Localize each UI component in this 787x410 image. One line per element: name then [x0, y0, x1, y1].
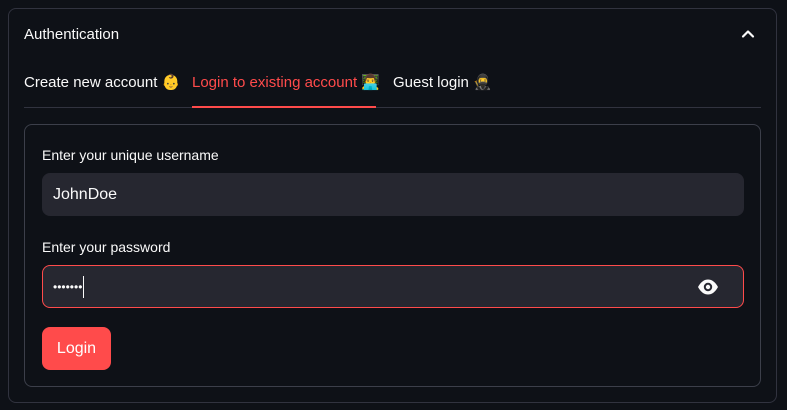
- authentication-expander: Authentication Create new account 👶 Logi…: [8, 8, 777, 403]
- expander-title: Authentication: [24, 26, 120, 43]
- username-label: Enter your unique username: [42, 147, 219, 163]
- chevron-up-icon[interactable]: [740, 26, 756, 42]
- login-form: Enter your unique username JohnDoe Enter…: [24, 124, 761, 387]
- tab-create-new-account[interactable]: Create new account 👶: [24, 73, 180, 91]
- tab-login-existing-account[interactable]: Login to existing account 👨‍💻: [192, 73, 380, 91]
- eye-icon[interactable]: [697, 278, 719, 296]
- active-tab-indicator: [192, 106, 376, 108]
- username-value: JohnDoe: [53, 186, 118, 203]
- password-input[interactable]: •••••••: [42, 265, 744, 308]
- password-value: •••••••: [53, 280, 83, 294]
- tab-bar: Create new account 👶 Login to existing a…: [24, 67, 761, 108]
- tab-guest-login[interactable]: Guest login 🥷: [393, 73, 492, 91]
- password-label: Enter your password: [42, 239, 171, 255]
- expander-header[interactable]: Authentication: [9, 9, 776, 59]
- text-caret: [83, 275, 85, 298]
- username-input[interactable]: JohnDoe: [42, 173, 744, 216]
- login-button[interactable]: Login: [42, 327, 111, 370]
